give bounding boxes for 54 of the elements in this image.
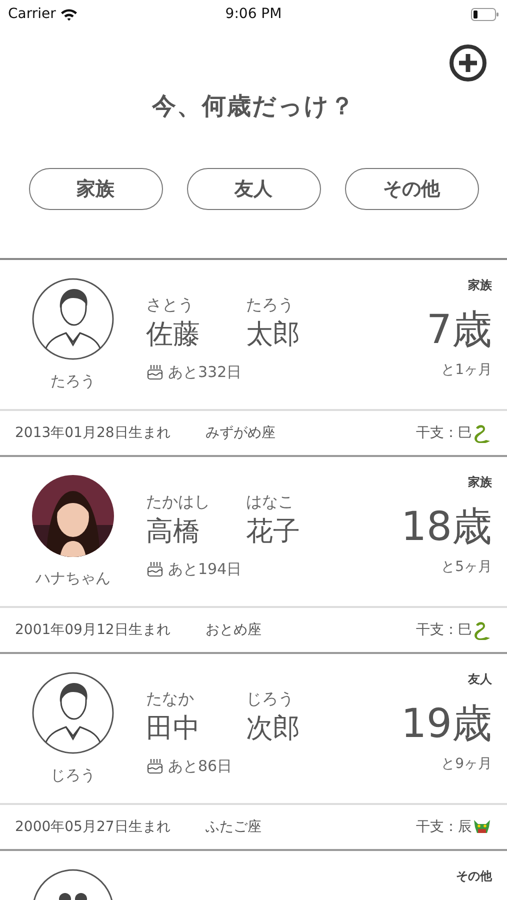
zodiac-label: 干支：巳 — [416, 424, 472, 442]
avatar-silhouette-icon — [32, 278, 114, 360]
nickname: じろう — [50, 765, 96, 786]
cake-icon — [146, 757, 164, 776]
wifi-icon — [60, 8, 78, 20]
star-sign: おとめ座 — [205, 620, 262, 640]
add-button[interactable] — [449, 44, 487, 82]
family-name: 高橋 — [146, 515, 201, 549]
given-name-reading: じろう — [246, 688, 295, 710]
cake-icon — [146, 560, 164, 578]
page-title: 今、何歳だっけ？ — [152, 92, 355, 120]
cake-icon — [146, 363, 164, 382]
family-name: 田中 — [146, 712, 201, 746]
category-label: 友人 — [468, 671, 492, 688]
battery-icon — [471, 8, 499, 20]
category-label: 家族 — [468, 474, 492, 491]
given-name-reading: たろう — [246, 294, 295, 316]
star-sign: ふたご座 — [205, 818, 262, 836]
zodiac-label: 干支：辰 — [416, 818, 472, 836]
status-time: 9:06 PM — [225, 6, 282, 22]
filter-button[interactable]: 友人 — [186, 168, 320, 210]
plus-icon — [449, 44, 487, 82]
filter-button[interactable]: その他 — [344, 168, 478, 210]
age-value: 18歳 — [401, 503, 492, 551]
avatar-silhouette-icon — [32, 672, 114, 754]
birth-date: 2013年01月28日生まれ — [15, 424, 170, 442]
given-name: 次郎 — [246, 712, 301, 746]
birth-date: 2001年09月12日生まれ — [15, 620, 170, 640]
age-value: 19歳 — [401, 700, 492, 748]
birthday-countdown: あと332日 — [168, 362, 242, 384]
zodiac-label: 干支：巳 — [416, 620, 472, 640]
category-label: その他 — [456, 868, 492, 885]
filter-button[interactable]: 家族 — [28, 168, 162, 210]
family-name-reading: さとう — [146, 294, 195, 316]
family-name-reading: たなか — [146, 688, 195, 710]
carrier-label: Carrier — [8, 4, 56, 24]
family-name: 佐藤 — [146, 318, 201, 352]
birth-date: 2000年05月27日生まれ — [15, 818, 170, 836]
nickname: ハナちゃん — [36, 568, 110, 589]
snake-icon — [472, 423, 492, 443]
age-months: と5ヶ月 — [441, 558, 492, 577]
given-name-reading: はなこ — [246, 491, 295, 513]
given-name: 太郎 — [246, 318, 301, 352]
birthday-countdown: あと194日 — [168, 559, 242, 580]
family-name-reading: たかはし — [146, 491, 211, 513]
category-label: 家族 — [468, 277, 492, 294]
birthday-countdown: あと86日 — [168, 756, 232, 778]
star-sign: みずがめ座 — [205, 424, 276, 442]
given-name: 花子 — [246, 515, 301, 549]
age-months: と9ヶ月 — [441, 755, 492, 774]
age-value: 7歳 — [426, 306, 492, 354]
age-months: と1ヶ月 — [441, 361, 492, 380]
nickname: たろう — [50, 371, 96, 392]
snake-icon — [472, 620, 492, 640]
